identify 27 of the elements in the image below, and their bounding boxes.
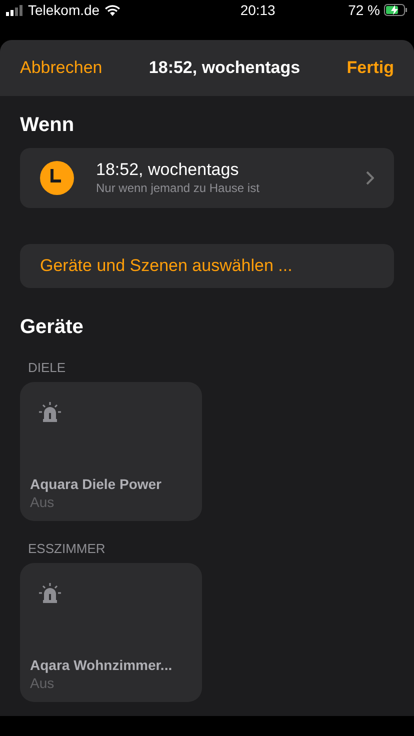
signal-icon xyxy=(6,4,23,16)
trigger-subtitle: Nur wenn jemand zu Hause ist xyxy=(96,180,260,196)
sheet-title: 18:52, wochentags xyxy=(148,57,300,80)
select-devices-button[interactable]: Geräte und Szenen auswählen ... xyxy=(20,244,394,288)
accessory-state: Aus xyxy=(30,674,56,692)
accessory-name: Aqara Wohnzimmer... xyxy=(30,656,174,674)
chevron-icon xyxy=(366,171,374,185)
trigger-row[interactable]: 18:52, wochentags Nur wenn jemand zu Hause ist xyxy=(20,148,394,208)
accessory-state: Aus xyxy=(30,493,56,511)
battery-charging-icon xyxy=(384,4,408,16)
section-heading: Wenn xyxy=(20,113,76,138)
accessory-name: Aquara Diele Power xyxy=(30,475,162,493)
room-label: ESSZIMMER xyxy=(28,541,106,557)
done-button[interactable]: Fertig xyxy=(346,55,394,81)
cancel-button[interactable]: Abbrechen xyxy=(20,55,102,81)
room-label: DIELE xyxy=(28,360,67,376)
siren-icon xyxy=(38,402,62,422)
clock-icon xyxy=(40,161,74,195)
section-heading: Geräte xyxy=(20,315,84,340)
siren-icon xyxy=(38,583,62,603)
clock-time: 20:13 xyxy=(240,0,276,20)
accessory-tile[interactable]: Aquara Diele Power Aus xyxy=(20,382,202,521)
trigger-title: 18:52, wochentags xyxy=(96,160,240,180)
wifi-icon xyxy=(104,4,120,16)
carrier-name: Telekom.de xyxy=(28,0,100,20)
accessory-tile[interactable]: Aqara Wohnzimmer... Aus xyxy=(20,563,202,702)
battery-percent: 72 % xyxy=(348,0,380,20)
